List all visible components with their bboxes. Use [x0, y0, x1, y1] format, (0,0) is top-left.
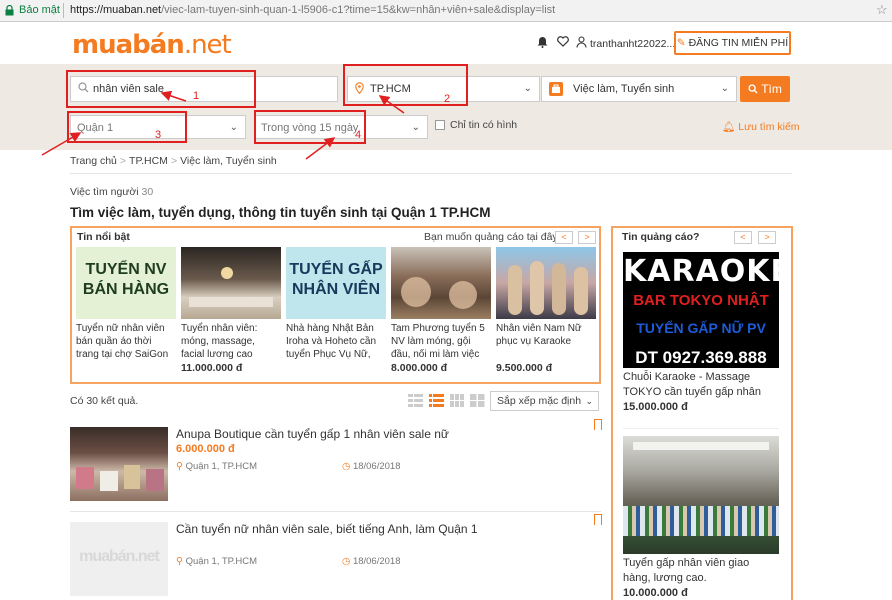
- featured-card[interactable]: TUYỂN NV BÁN HÀNG Tuyển nữ nhân viên bán…: [76, 247, 176, 362]
- sponsored-sidebar: Tin quảng cáo? < > KARAOKE BAR TOKYO NHẬ…: [611, 226, 793, 600]
- featured-image: TUYỂN GẤP NHÂN VIÊN: [286, 247, 386, 319]
- listing-location-text: Quận 1, TP.HCM: [185, 461, 258, 472]
- prev-arrow-icon[interactable]: <: [555, 231, 573, 244]
- bookmark-icon[interactable]: [594, 514, 602, 525]
- sponsored-heading: Tin quảng cáo?: [622, 231, 700, 243]
- featured-card[interactable]: TUYỂN GẤP NHÂN VIÊN Nhà hàng Nhật Bản Ir…: [286, 247, 386, 362]
- annotation-arrow-3: [41, 132, 82, 156]
- featured-section: Tin nổi bật Bạn muốn quảng cáo tại đây? …: [70, 226, 601, 384]
- featured-card[interactable]: Tuyển nhân viên: móng, massage, facial l…: [181, 247, 281, 374]
- list-view-icon[interactable]: [408, 393, 423, 408]
- featured-image: TUYỂN NV BÁN HÀNG: [76, 247, 176, 319]
- sponsored-title: Chuỗi Karaoke - Massage TOKYO cần tuyển …: [623, 371, 761, 398]
- sponsored-card[interactable]: KARAOKE BAR TOKYO NHẬT TUYỂN GẤP NỮ PV D…: [623, 252, 779, 413]
- featured-image: [496, 247, 596, 319]
- divider: [70, 173, 792, 174]
- listing-location-text: Quận 1, TP.HCM: [185, 556, 258, 567]
- next-arrow-icon[interactable]: >: [758, 231, 776, 244]
- divider: [70, 511, 601, 512]
- job-seekers-label: Việc tìm người: [70, 186, 139, 198]
- featured-title: Tuyển nhân viên: móng, massage, facial l…: [181, 323, 258, 360]
- map-pin-icon: ⚲: [176, 556, 183, 567]
- large-grid-view-icon[interactable]: [470, 393, 485, 408]
- sort-value: Sắp xếp mặc định: [497, 395, 582, 407]
- breadcrumb-city[interactable]: TP.HCM: [129, 155, 168, 167]
- listing-image-placeholder: muabán.net: [70, 522, 168, 596]
- advertise-link[interactable]: Bạn muốn quảng cáo tại đây?: [424, 231, 564, 243]
- featured-title: Nhân viên Nam Nữ phục vụ Karaoke: [496, 323, 582, 347]
- clock-icon: ◷: [342, 556, 351, 567]
- featured-price: 11.000.000 đ: [181, 362, 243, 374]
- sponsored-image: [623, 436, 779, 554]
- listing-price: 6.000.000 đ: [176, 443, 235, 455]
- listing-date-text: 18/06/2018: [352, 461, 401, 472]
- featured-title: Tuyển nữ nhân viên bán quần áo thời tran…: [76, 323, 169, 360]
- featured-title: Nhà hàng Nhật Bản Iroha và Hoheto cần tu…: [286, 323, 377, 360]
- listing-date: ◷ 18/06/2018: [342, 461, 400, 472]
- sponsored-card[interactable]: Tuyển gấp nhân viên giao hàng, lương cao…: [623, 436, 779, 599]
- sort-select[interactable]: Sắp xếp mặc định ⌄: [490, 391, 599, 411]
- breadcrumb-separator: >: [170, 155, 178, 167]
- featured-heading: Tin nổi bật: [77, 231, 130, 243]
- page-title: Tìm việc làm, tuyển dụng, thông tin tuyể…: [70, 205, 491, 220]
- featured-price: 9.500.000 đ: [496, 362, 553, 374]
- listing-location: ⚲ Quận 1, TP.HCM: [176, 556, 257, 567]
- placeholder-logo-text: muabán.net: [79, 548, 160, 565]
- sponsored-image-line3: TUYỂN GẤP NỮ PV: [636, 320, 766, 336]
- breadcrumb-home[interactable]: Trang chủ: [70, 155, 117, 167]
- featured-card[interactable]: Nhân viên Nam Nữ phục vụ Karaoke 9.500.0…: [496, 247, 596, 374]
- listing-image: [70, 427, 168, 501]
- listing-location: ⚲ Quận 1, TP.HCM: [176, 461, 257, 472]
- annotation-arrow-1: [160, 90, 187, 102]
- listing-title[interactable]: Anupa Boutique cần tuyển gấp 1 nhân viên…: [176, 427, 449, 441]
- bookmark-icon[interactable]: [594, 419, 602, 430]
- sponsored-image-line4: DT 0927.369.888: [635, 348, 767, 367]
- listing-date-text: 18/06/2018: [352, 556, 401, 567]
- results-count: Có 30 kết quả.: [70, 395, 139, 407]
- featured-image: [391, 247, 491, 319]
- chevron-down-icon: ⌄: [585, 396, 593, 406]
- next-arrow-icon[interactable]: >: [578, 231, 596, 244]
- featured-card[interactable]: Tam Phương tuyển 5 NV làm móng, gội đầu,…: [391, 247, 491, 374]
- sponsored-image-line1: KARAOKE: [623, 254, 779, 289]
- breadcrumb-category[interactable]: Việc làm, Tuyển sinh: [180, 155, 277, 167]
- featured-image: [181, 247, 281, 319]
- sponsored-image: KARAOKE BAR TOKYO NHẬT TUYỂN GẤP NỮ PV D…: [623, 252, 779, 368]
- page: Bảo mật https://muaban.net/viec-lam-tuye…: [0, 0, 892, 600]
- annotation-arrow-4: [305, 137, 336, 160]
- annotation-arrow-2: [378, 95, 405, 114]
- sponsored-price: 10.000.000 đ: [623, 587, 688, 599]
- grid-view-icon[interactable]: [450, 393, 465, 408]
- job-seekers-link[interactable]: Việc tìm người 30: [70, 186, 153, 198]
- breadcrumb: Trang chủ > TP.HCM > Việc làm, Tuyển sinh: [70, 155, 277, 167]
- map-pin-icon: ⚲: [176, 461, 183, 472]
- featured-image-text: TUYỂN NV BÁN HÀNG: [82, 261, 170, 298]
- featured-price: 8.000.000 đ: [391, 362, 448, 374]
- compact-list-view-icon[interactable]: [429, 393, 444, 408]
- divider: [623, 428, 779, 429]
- breadcrumb-separator: >: [119, 155, 127, 167]
- sponsored-image-line2: BAR TOKYO NHẬT: [633, 292, 769, 309]
- listing-date: ◷ 18/06/2018: [342, 556, 400, 567]
- sponsored-title: Tuyển gấp nhân viên giao hàng, lương cao…: [623, 557, 750, 584]
- featured-image-text: TUYỂN GẤP NHÂN VIÊN: [289, 261, 383, 298]
- clock-icon: ◷: [342, 461, 351, 472]
- featured-title: Tam Phương tuyển 5 NV làm móng, gội đầu,…: [391, 323, 485, 360]
- job-seekers-count: 30: [141, 186, 154, 198]
- sponsored-price: 15.000.000 đ: [623, 401, 688, 413]
- listing-title[interactable]: Cần tuyển nữ nhân viên sale, biết tiếng …: [176, 522, 478, 536]
- prev-arrow-icon[interactable]: <: [734, 231, 752, 244]
